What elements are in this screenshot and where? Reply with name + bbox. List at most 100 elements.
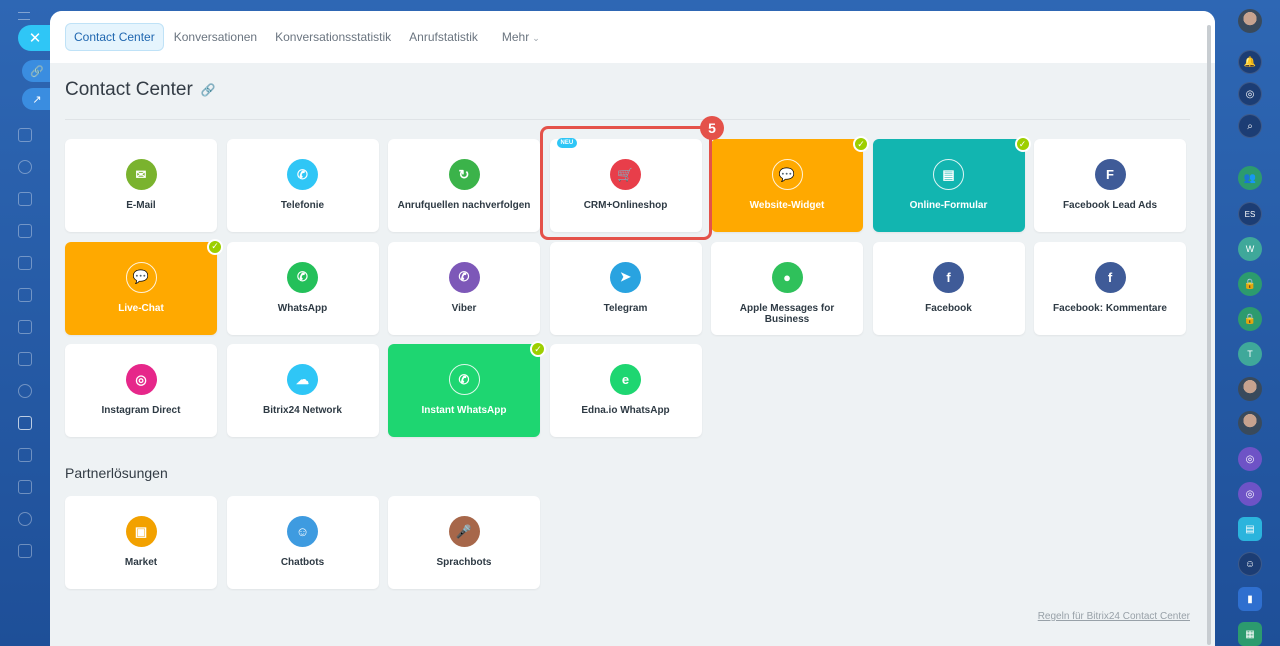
apple-messages-icon: ● [771,261,803,293]
copilot-chat-icon[interactable]: ◎ [1238,482,1262,506]
connector-tile-label: Facebook: Kommentare [1053,302,1167,314]
connector-tile[interactable]: ☁ Bitrix24 Network [226,344,379,437]
documents-icon[interactable] [18,256,32,270]
copilot-chat-icon[interactable]: ◎ [1238,447,1262,471]
step-badge: 5 [700,116,724,140]
rules-link[interactable]: Regeln für Bitrix24 Contact Center [1038,611,1190,622]
partner-tile[interactable]: ▣ Market [65,496,217,589]
crm-icon[interactable] [18,320,32,334]
connector-tile[interactable]: ✆ WhatsApp [226,241,379,335]
connector-tile[interactable]: 💬 Live-Chat ✓ [65,238,223,335]
connector-tile-label: Instant WhatsApp [421,405,507,416]
group-chat-icon[interactable]: 👥 [1238,166,1262,190]
connector-tile[interactable]: f Facebook [872,241,1025,335]
connector-tile-label: Facebook [925,302,972,314]
connector-tile[interactable]: ✆ Instant WhatsApp ✓ [388,341,546,437]
search-icon[interactable]: ⌕ [1238,114,1262,138]
bot-avatar[interactable]: ☺ [1238,552,1262,576]
connector-tile-label: Anrufquellen nachverfolgen [397,200,531,211]
bot-icon: ☺ [287,516,318,547]
tab-konversationsstatistik[interactable]: Konversationsstatistik [267,24,399,50]
chat-avatar-photo[interactable] [1238,377,1262,401]
connector-tile-label: Instagram Direct [101,405,181,416]
edit-link-icon[interactable]: 🔗 [201,83,216,97]
connector-tile[interactable]: ✆ Telefonie [226,139,379,232]
microphone-icon: 🎤 [448,516,480,547]
cart-icon[interactable] [18,544,32,558]
connector-tile-label: Telefonie [280,200,325,211]
tab-konversationen[interactable]: Konversationen [166,24,265,50]
connector-tile[interactable]: ✉ E-Mail [65,139,217,232]
live-chat-icon: 💬 [125,261,157,293]
connector-tile-label: Apple Messages for Business [739,302,835,325]
connector-tile[interactable]: F Facebook Lead Ads [1034,139,1186,232]
connected-check-icon: ✓ [207,238,223,255]
chat-icon[interactable]: ▦ [1238,622,1262,646]
menu-item-icon[interactable] [18,448,32,462]
copy-link-button[interactable]: 🔗 [22,60,52,82]
scrollbar[interactable] [1207,25,1211,645]
box-icon: ▣ [125,516,157,547]
tab-mehr-label: Mehr [501,30,530,44]
calendar-icon[interactable] [18,192,32,206]
user-avatar[interactable] [1238,9,1262,33]
partner-tile[interactable]: ☺ Chatbots [226,496,379,589]
menu-icon[interactable] [18,12,30,20]
connector-tile[interactable]: ↻ Anrufquellen nachverfolgen [388,139,540,232]
mail-icon[interactable] [18,352,32,366]
right-sidebar: 🔔 ◎ ⌕ 👥 ES W 🔒 🔒 T ◎ ◎ ▤ ☺ ▮ ▦ [1218,0,1280,646]
phone-icon: ✆ [287,159,318,190]
form-icon: ▤ [933,159,964,190]
connector-tile[interactable]: ✆ Viber [388,241,540,335]
connected-check-icon: ✓ [1014,136,1031,152]
tab-mehr[interactable]: Mehr ⌄ [494,24,548,50]
tab-contact-center[interactable]: Contact Center [65,23,164,51]
menu-item-icon[interactable] [18,128,32,142]
connector-tile[interactable]: ● Apple Messages for Business [711,241,863,335]
connector-tile[interactable]: 💬 Website-Widget ✓ [711,136,869,232]
close-slider-button[interactable]: ✕ [18,25,52,51]
edna-icon: e [610,364,641,395]
chat-avatar-photo[interactable] [1238,411,1262,435]
feed-icon[interactable] [18,288,32,302]
connector-tile[interactable]: ➤ Telegram [549,241,702,335]
connected-check-icon: ✓ [853,136,869,152]
connector-tile[interactable]: f Facebook: Kommentare [1034,241,1186,335]
partner-section-title: Partnerlösungen [65,465,168,481]
chat-avatar-es[interactable]: ES [1238,202,1262,226]
lock-chat-icon[interactable]: 🔒 [1238,272,1262,296]
connector-tile[interactable]: e Edna.io WhatsApp [549,344,702,437]
highlight-frame [540,126,712,240]
tasks-icon[interactable] [18,224,32,238]
chevron-down-icon: ⌄ [532,33,540,43]
chat-avatar-w[interactable]: W [1238,237,1262,261]
menu-item-icon[interactable] [18,480,32,494]
copilot-icon[interactable]: ◎ [1238,82,1262,106]
chat-icon[interactable]: ▤ [1238,517,1262,541]
contact-center-icon[interactable] [18,416,32,430]
connector-tile-label: Facebook Lead Ads [1062,200,1158,211]
page-title-text: Contact Center [65,79,193,100]
menu-item-icon[interactable] [18,512,32,526]
lock-chat-icon[interactable]: 🔒 [1238,307,1262,331]
contact-center-panel: Contact Center Konversationen Konversati… [50,11,1215,646]
bookmark-icon[interactable]: ▮ [1238,587,1262,611]
connector-tile[interactable]: ▤ Online-Formular ✓ [872,136,1031,232]
partner-tile[interactable]: 🎤 Sprachbots [388,496,540,589]
divider [65,119,1190,120]
cloud-icon: ☁ [287,364,318,395]
partner-tile-label: Chatbots [280,557,325,568]
tab-anrufstatistik[interactable]: Anrufstatistik [401,24,486,50]
connected-check-icon: ✓ [530,341,546,357]
chat-avatar-t[interactable]: T [1238,342,1262,366]
open-new-window-button[interactable]: ↗ [22,88,52,110]
connector-tile[interactable]: ◎ Instagram Direct [65,344,217,437]
instagram-icon: ◎ [125,364,157,395]
page-title: Contact Center 🔗 [65,79,216,101]
menu-item-icon[interactable] [18,160,32,174]
notifications-icon[interactable]: 🔔 [1238,50,1262,74]
connector-tile-label: Telegram [603,302,648,314]
facebook-icon: f [933,261,964,293]
employees-icon[interactable] [18,384,32,398]
top-navigation: Contact Center Konversationen Konversati… [50,11,1215,63]
